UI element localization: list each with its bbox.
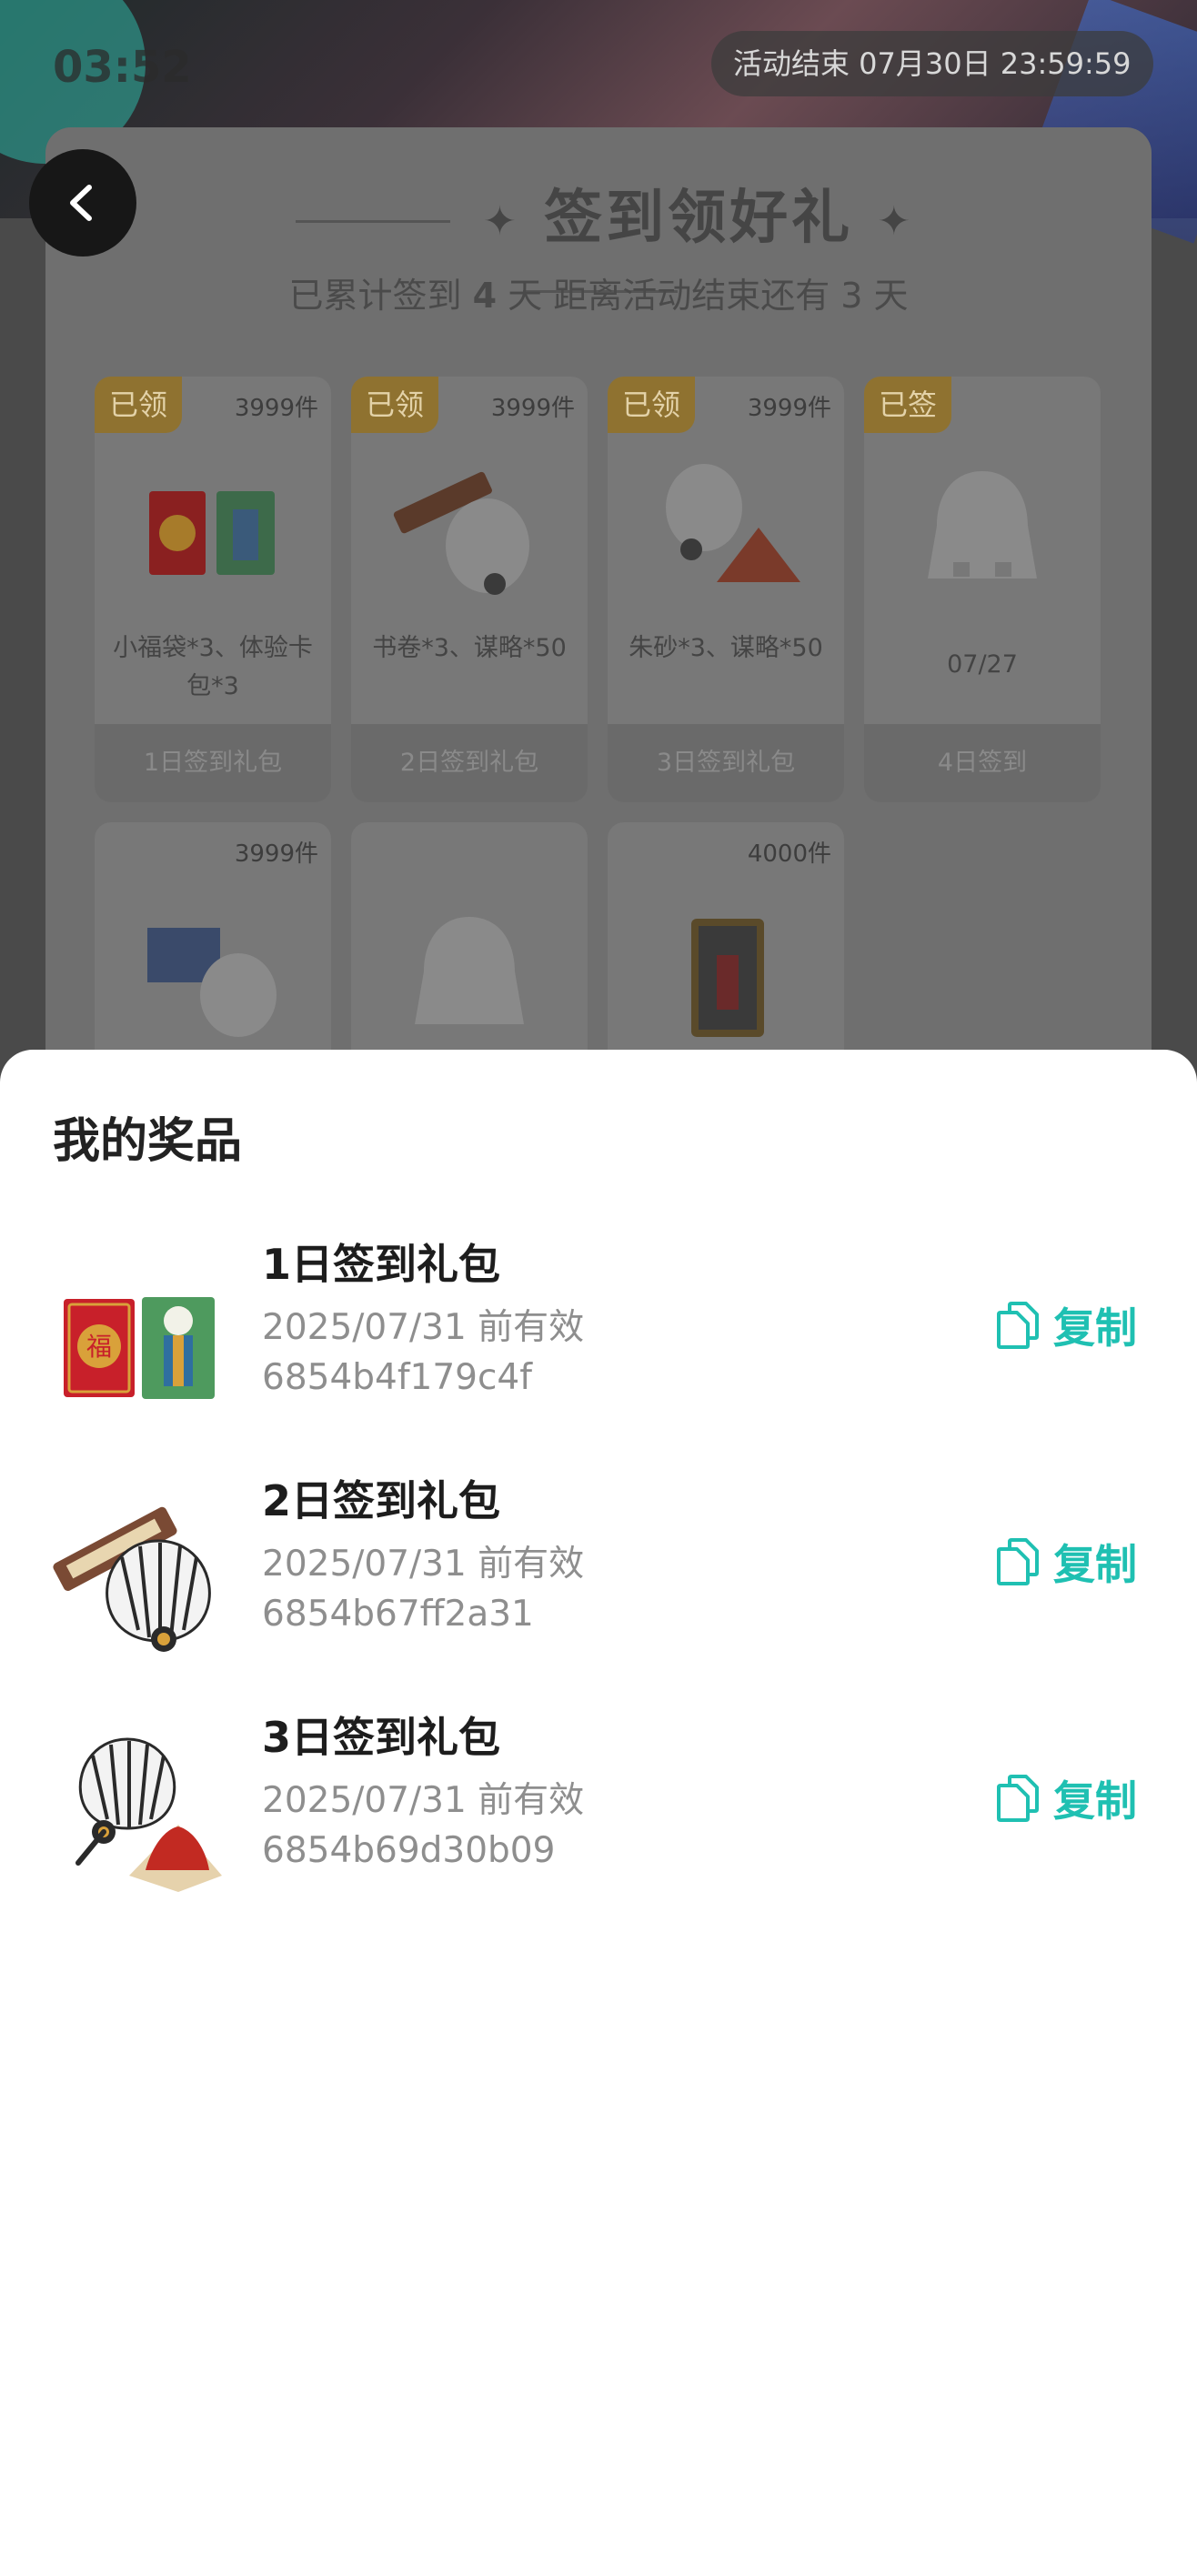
copy-label: 复制 bbox=[1053, 1540, 1137, 1589]
hero-card-icon bbox=[691, 919, 764, 1037]
book-fan-icon bbox=[147, 928, 277, 1037]
day-card-4[interactable]: 已签 07/27 4日签到 bbox=[864, 377, 1101, 802]
prize-name: 2日签到礼包 bbox=[262, 1476, 501, 1525]
prize-code[interactable]: 6854b67ff2a31 bbox=[262, 1594, 534, 1635]
scroll-fan-icon bbox=[393, 471, 529, 595]
cinnabar-fan-icon bbox=[75, 1737, 222, 1892]
copy-button[interactable]: 复制 bbox=[995, 1766, 1137, 1830]
status-time: 03:52 bbox=[53, 42, 192, 93]
copy-icon bbox=[997, 1538, 1039, 1585]
sparkle-icon: ✦ bbox=[482, 197, 520, 245]
prize-item: 2日签到礼包 2025/07/31 前有效 6854b67ff2a31 复制 bbox=[0, 1464, 1197, 1674]
copy-button[interactable]: 复制 bbox=[995, 1293, 1137, 1357]
lucky-bag-icon bbox=[149, 491, 275, 575]
mystery-gift-icon bbox=[928, 471, 1037, 579]
lucky-bag-icon: 福 bbox=[64, 1297, 215, 1399]
prize-validity: 2025/07/31 前有效 bbox=[262, 1780, 585, 1821]
stock-count: 3999件 bbox=[490, 395, 575, 422]
prize-name: 1日签到礼包 bbox=[262, 1240, 501, 1289]
prize-item: 福 1日签到礼包 2025/07/31 前有效 6854b4f179c4f 复制 bbox=[0, 1228, 1197, 1437]
card-title-text: 签到领好礼 bbox=[544, 185, 854, 252]
prize-code[interactable]: 6854b4f179c4f bbox=[262, 1357, 532, 1398]
cinnabar-fan-icon bbox=[666, 464, 800, 582]
day-label: 2日签到礼包 bbox=[351, 724, 588, 802]
claimed-badge: 已领 bbox=[608, 377, 696, 433]
mystery-gift-icon bbox=[415, 917, 524, 1024]
sheet-title: 我的奖品 bbox=[53, 1114, 243, 1169]
reward-desc: 书卷*3、谋略*50 bbox=[372, 634, 567, 662]
signed-badge: 已签 bbox=[864, 377, 952, 433]
day-card-3[interactable]: 已领 3999件 朱砂*3、谋略*50 3日签到礼包 bbox=[608, 377, 844, 802]
copy-button[interactable]: 复制 bbox=[995, 1530, 1137, 1594]
stock-count: 3999件 bbox=[234, 840, 318, 868]
stock-count: 3999件 bbox=[234, 395, 318, 422]
signin-summary: 已累计签到 4 天 距离活动结束还有 3 天 bbox=[288, 276, 909, 316]
title-divider bbox=[295, 219, 450, 223]
copy-icon bbox=[997, 1775, 1039, 1822]
chevron-left-icon bbox=[70, 185, 92, 221]
reward-desc: 小福袋*3、体验卡包*3 bbox=[113, 634, 313, 700]
day-label: 4日签到 bbox=[864, 724, 1101, 802]
copy-label: 复制 bbox=[1053, 1776, 1137, 1826]
day-label: 1日签到礼包 bbox=[95, 724, 331, 802]
sparkle-icon: ✦ bbox=[877, 197, 915, 245]
stock-count: 3999件 bbox=[747, 395, 831, 422]
claimed-badge: 已领 bbox=[95, 377, 183, 433]
prize-validity: 2025/07/31 前有效 bbox=[262, 1307, 585, 1348]
reward-desc: 朱砂*3、谋略*50 bbox=[629, 634, 823, 662]
claimed-badge: 已领 bbox=[351, 377, 439, 433]
svg-text:福: 福 bbox=[86, 1332, 112, 1362]
prize-validity: 2025/07/31 前有效 bbox=[262, 1544, 585, 1585]
prize-sheet: 我的奖品 福 1日签到礼包 2025/07/31 前有效 6854b4f179c… bbox=[0, 1050, 1197, 2576]
countdown-badge: 活动结束 07月30日 23:59:59 bbox=[711, 31, 1153, 96]
prize-item: 3日签到礼包 2025/07/31 前有效 6854b69d30b09 复制 bbox=[0, 1701, 1197, 1910]
day-label: 3日签到礼包 bbox=[608, 724, 844, 802]
copy-icon bbox=[997, 1302, 1039, 1349]
stock-count: 4000件 bbox=[747, 840, 831, 868]
day-card-1[interactable]: 已领 3999件 小福袋*3、体验卡包*3 1日签到礼包 bbox=[95, 377, 331, 802]
scroll-fan-icon bbox=[53, 1506, 211, 1652]
sign-date: 07/27 bbox=[947, 650, 1018, 679]
day-card-2[interactable]: 已领 3999件 书卷*3、谋略*50 2日签到礼包 bbox=[351, 377, 588, 802]
signed-days: 4 bbox=[472, 276, 498, 316]
back-button[interactable] bbox=[29, 149, 136, 257]
prize-code[interactable]: 6854b69d30b09 bbox=[262, 1830, 555, 1871]
copy-label: 复制 bbox=[1053, 1303, 1137, 1353]
prize-name: 3日签到礼包 bbox=[262, 1713, 501, 1762]
